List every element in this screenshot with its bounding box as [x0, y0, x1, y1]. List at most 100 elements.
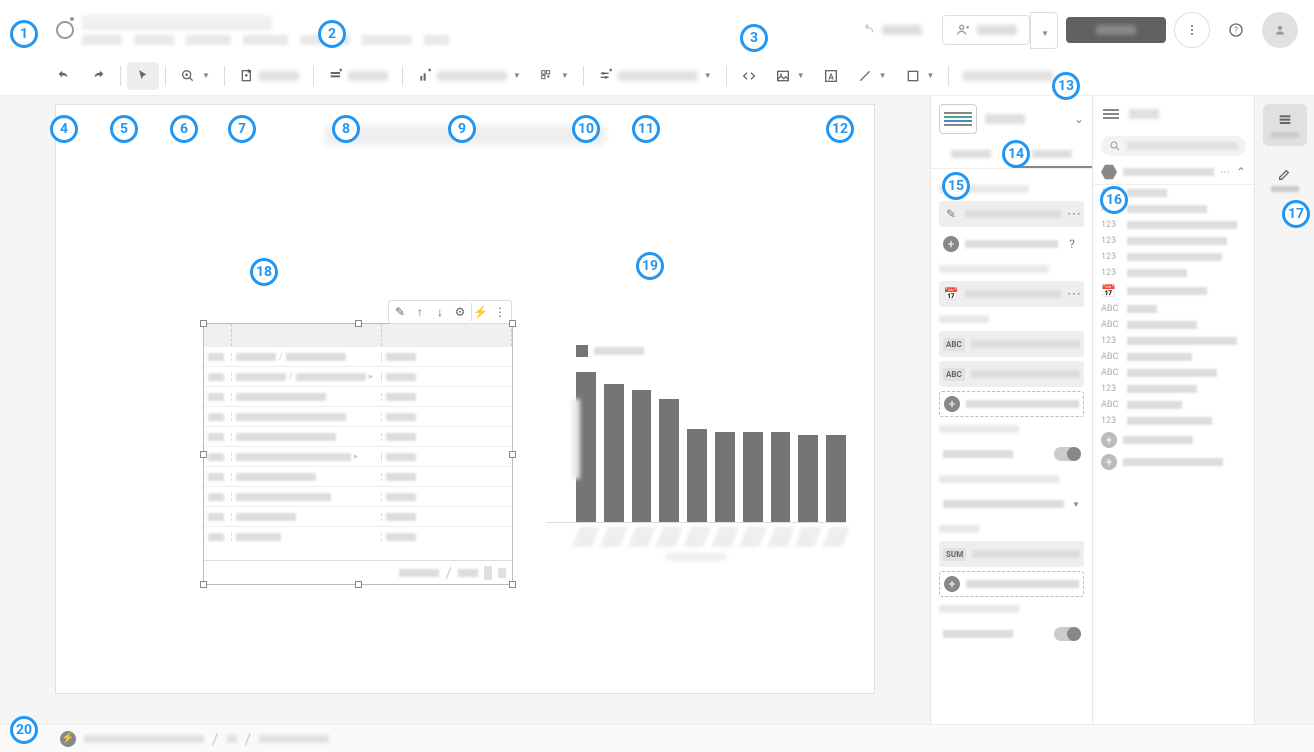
table-component[interactable]: ✎ ↑ ↓ ⚙ ⚡ ⋮ //▸▸ [203, 323, 513, 585]
panel-field-row[interactable]: ▼ [939, 491, 1084, 517]
data-field-item[interactable]: 📅 [1093, 281, 1254, 301]
help-button[interactable]: ? [1218, 12, 1254, 48]
panel-field-row[interactable]: +? [939, 231, 1084, 257]
data-field-item[interactable]: 123 [1093, 233, 1254, 249]
tab-style[interactable] [931, 142, 1012, 168]
canvas-wrap: ✎ ↑ ↓ ⚙ ⚡ ⋮ //▸▸ [0, 96, 930, 724]
resize-handle[interactable] [355, 320, 362, 327]
select-value [943, 500, 1064, 508]
app-logo-icon[interactable] [56, 21, 74, 39]
panel-field-row[interactable]: 📅⋯ [939, 281, 1084, 307]
data-field-item[interactable]: 123 [1093, 265, 1254, 281]
add-control-button[interactable]: ▼ [590, 62, 720, 90]
more-options-button[interactable] [1174, 12, 1210, 48]
sliders-icon[interactable]: ⚙ [451, 303, 469, 321]
field-label [966, 580, 1079, 588]
add-field-row[interactable]: + [1093, 429, 1254, 451]
more-dots-icon[interactable]: ⋯ [1067, 206, 1080, 222]
resize-handle[interactable] [509, 320, 516, 327]
data-field-item[interactable]: 123 [1093, 333, 1254, 349]
line-button[interactable]: ▼ [849, 62, 895, 90]
add-page-button[interactable] [231, 62, 307, 90]
share-dropdown[interactable]: ▼ [1030, 12, 1058, 49]
view-button[interactable] [1066, 17, 1166, 43]
panel-field-row[interactable]: ABC [939, 331, 1084, 357]
data-field-item[interactable]: 123 [1093, 249, 1254, 265]
menu-item[interactable] [82, 35, 122, 45]
edit-icon[interactable]: ✎ [391, 303, 409, 321]
redo-button[interactable] [82, 62, 114, 90]
zoom-button[interactable]: ▼ [172, 62, 218, 90]
panel-field-row[interactable]: ✎⋯ [939, 201, 1084, 227]
caret-icon: ▼ [927, 71, 935, 80]
annotation-marker: 18 [250, 258, 278, 286]
undo-button[interactable] [48, 62, 80, 90]
report-canvas[interactable]: ✎ ↑ ↓ ⚙ ⚡ ⋮ //▸▸ [55, 104, 875, 694]
bar-chart-component[interactable] [546, 345, 846, 585]
data-field-item[interactable]: 123 [1093, 413, 1254, 429]
collapse-icon[interactable]: ⌃ [1236, 165, 1246, 179]
document-title[interactable] [82, 15, 272, 29]
share-button[interactable] [942, 15, 1030, 45]
menu-item[interactable] [134, 35, 174, 45]
data-field-item[interactable]: 123 [1093, 217, 1254, 233]
table-pagination[interactable]: / [204, 560, 512, 584]
image-button[interactable]: ▼ [767, 62, 813, 90]
add-community-button[interactable]: ▼ [531, 62, 577, 90]
toggle-switch[interactable] [1054, 447, 1080, 461]
mode-data-button[interactable] [1263, 104, 1307, 146]
panel-field-row[interactable]: ABC [939, 361, 1084, 387]
chart-type-selector[interactable]: ⌄ [931, 96, 1092, 142]
data-field-item[interactable]: ABC [1093, 365, 1254, 381]
plus-circle-icon: + [943, 236, 959, 252]
data-field-item[interactable]: ABC [1093, 301, 1254, 317]
select-button[interactable] [127, 62, 159, 90]
annotation-marker: 9 [448, 115, 476, 143]
menu-item[interactable] [186, 35, 231, 45]
type-badge: SUM [943, 548, 966, 561]
help-icon[interactable]: ? [1064, 236, 1080, 252]
bolt-icon[interactable]: ⚡ [471, 303, 489, 321]
arrow-down-icon[interactable]: ↓ [431, 303, 449, 321]
table-chart-icon [939, 104, 977, 134]
type-number-icon: 123 [1101, 236, 1121, 246]
mode-style-button[interactable] [1263, 158, 1307, 200]
embed-button[interactable] [733, 62, 765, 90]
menu-item[interactable] [424, 35, 449, 45]
panel-field-row[interactable] [939, 441, 1084, 467]
add-field-row[interactable]: + [1093, 451, 1254, 473]
chart-bar [826, 435, 846, 522]
panel-field-row[interactable]: SUM [939, 541, 1084, 567]
field-search[interactable] [1101, 136, 1246, 156]
status-bar: ⚡ / / [0, 724, 1314, 752]
resize-handle[interactable] [509, 451, 516, 458]
account-avatar[interactable] [1262, 12, 1298, 48]
header-undo-button[interactable] [848, 16, 934, 44]
theme-button[interactable] [955, 65, 1061, 87]
menu-item[interactable] [362, 35, 412, 45]
text-button[interactable]: A [815, 62, 847, 90]
add-data-button[interactable] [320, 62, 396, 90]
datasource-row[interactable]: ⋯ ⌃ [1093, 160, 1254, 185]
data-field-item[interactable]: ABC [1093, 349, 1254, 365]
panel-field-row[interactable]: + [939, 571, 1084, 597]
panel-field-row[interactable]: + [939, 391, 1084, 417]
legend-swatch [576, 345, 588, 357]
bolt-status-icon[interactable]: ⚡ [60, 731, 76, 747]
more-icon[interactable]: ⋮ [491, 303, 509, 321]
shape-button[interactable]: ▼ [897, 62, 943, 90]
add-chart-button[interactable]: ▼ [409, 62, 529, 90]
arrow-up-icon[interactable]: ↑ [411, 303, 429, 321]
annotation-marker: 5 [110, 115, 138, 143]
panel-field-row[interactable] [939, 621, 1084, 647]
data-panel-head [1093, 96, 1254, 132]
data-field-item[interactable]: 123 [1093, 381, 1254, 397]
menu-item[interactable] [243, 35, 288, 45]
data-field-item[interactable]: ABC [1093, 397, 1254, 413]
more-dots-icon[interactable]: ⋯ [1067, 286, 1080, 302]
data-field-item[interactable]: ABC [1093, 317, 1254, 333]
toggle-switch[interactable] [1054, 627, 1080, 641]
resize-handle[interactable] [200, 451, 207, 458]
resize-handle[interactable] [200, 320, 207, 327]
page-plus-icon [239, 68, 255, 84]
